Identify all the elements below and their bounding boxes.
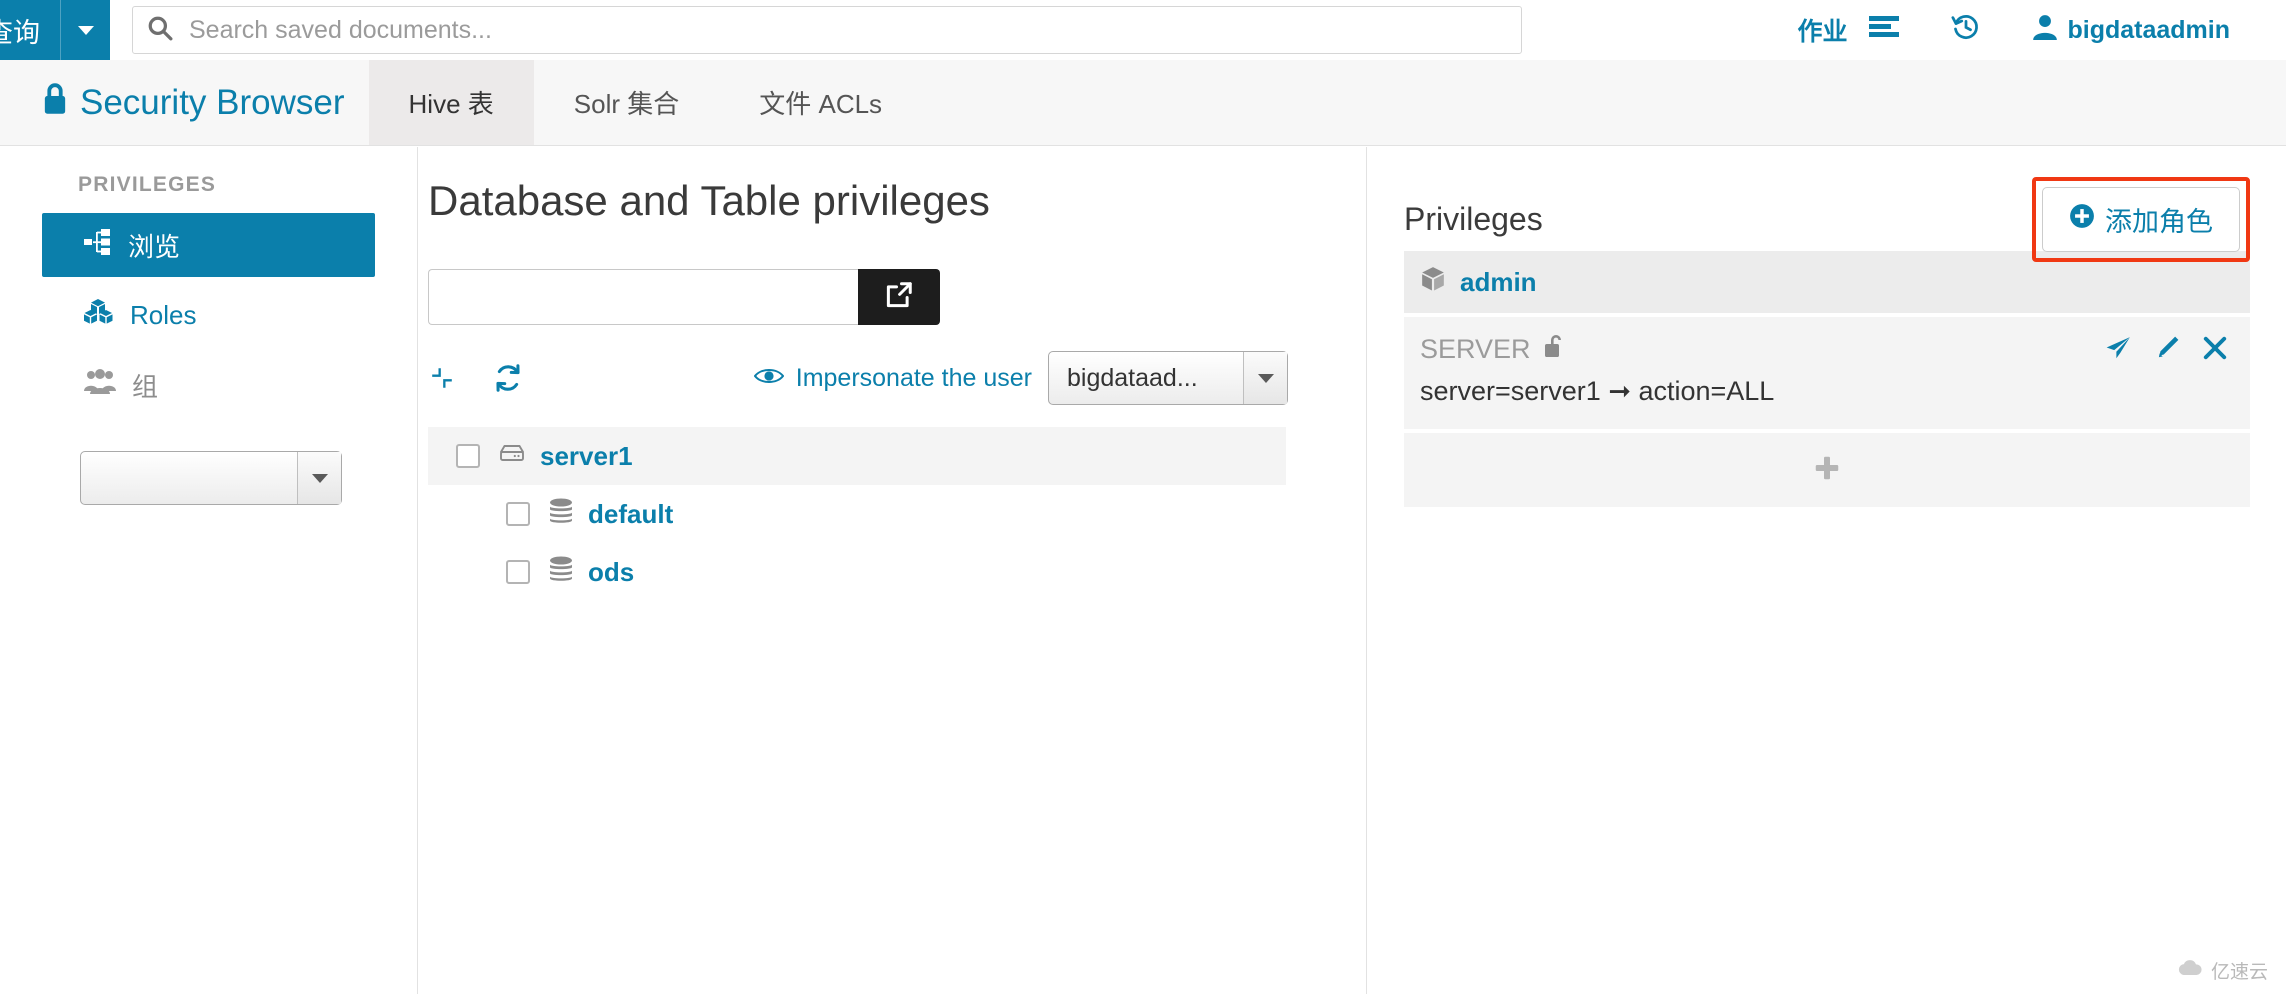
tree-checkbox[interactable] — [456, 444, 480, 468]
privilege-scope-label: SERVER — [1420, 334, 1531, 364]
users-icon — [84, 368, 116, 402]
refresh-icon[interactable] — [494, 364, 522, 392]
caret-down-icon[interactable] — [1243, 352, 1287, 404]
page-title: Database and Table privileges — [428, 177, 990, 224]
list-icon — [1869, 14, 1900, 47]
top-header-bar: 查询 作业 — [0, 0, 2286, 60]
brand-title-block[interactable]: Security Browser — [0, 60, 369, 145]
privileges-panel: Privileges 添加角色 admin SERVER server=serv… — [1368, 147, 2286, 994]
security-browser-navbar: Security Browser Hive 表 Solr 集合 文件 ACLs — [0, 60, 2286, 146]
plus-circle-icon — [2069, 203, 2095, 236]
tree-row-label: default — [588, 498, 674, 529]
main-content: Database and Table privileges Impersonat… — [419, 147, 1367, 994]
caret-down-icon[interactable] — [297, 452, 341, 504]
header-right-actions: 作业 bigdataadmin — [1797, 0, 2230, 60]
server-icon — [498, 441, 526, 472]
tab-file-acls[interactable]: 文件 ACLs — [719, 60, 922, 145]
role-name: admin — [1460, 266, 1537, 297]
add-role-highlight-box: 添加角色 — [2032, 176, 2250, 262]
jobs-label: 作业 — [1797, 18, 1848, 46]
group-select[interactable] — [80, 451, 342, 505]
cloud-icon — [2177, 959, 2203, 982]
tree-checkbox[interactable] — [506, 502, 530, 526]
history-icon — [1951, 12, 1981, 49]
tab-hive-tables[interactable]: Hive 表 — [368, 60, 534, 145]
tree-row-ods[interactable]: ods — [428, 543, 1286, 601]
user-menu-button[interactable]: bigdataadmin — [2033, 14, 2230, 47]
app-menu-button[interactable]: 查询 — [0, 0, 110, 60]
pencil-icon[interactable] — [2154, 335, 2180, 361]
database-icon — [548, 498, 574, 531]
open-external-button[interactable] — [858, 269, 940, 325]
privileges-title: Privileges — [1404, 200, 1543, 237]
tree-row-server1[interactable]: server1 — [428, 427, 1286, 485]
impersonate-user-value: bigdataad... — [1067, 363, 1198, 392]
sidebar-section-label: PRIVILEGES — [78, 173, 217, 196]
cubes-icon — [84, 298, 114, 332]
sidebar-item-label: 组 — [132, 371, 159, 402]
eye-icon — [753, 365, 785, 392]
sidebar-item-label: Roles — [130, 299, 197, 330]
add-role-label: 添加角色 — [2105, 206, 2213, 237]
impersonate-control: Impersonate the user bigdataad... — [753, 351, 1288, 405]
search-icon — [147, 15, 187, 46]
watermark: 亿速云 — [2177, 957, 2268, 984]
search-input[interactable] — [187, 14, 1507, 46]
privilege-actions — [2104, 335, 2228, 361]
privilege-card: SERVER server=server1 ➞ action=ALL — [1404, 317, 2250, 429]
lock-icon — [42, 82, 68, 124]
external-link-icon — [884, 280, 914, 315]
brand-title: Security Browser — [80, 82, 345, 122]
sidebar-item-label: 浏览 — [128, 231, 181, 262]
user-name: bigdataadmin — [2067, 15, 2230, 44]
privileges-panel-header: Privileges 添加角色 — [1368, 147, 2286, 262]
cube-icon — [1420, 266, 1446, 299]
tree-row-label: ods — [588, 556, 635, 587]
object-tree: server1 default ods — [428, 427, 1286, 601]
sitemap-icon — [84, 228, 112, 262]
watermark-text: 亿速云 — [2210, 962, 2268, 983]
app-menu-label: 查询 — [0, 17, 40, 48]
tab-label: Hive 表 — [408, 89, 494, 119]
sidebar-item-roles[interactable]: Roles — [42, 283, 375, 347]
sidebar-item-browse[interactable]: 浏览 — [42, 213, 375, 277]
tree-checkbox[interactable] — [506, 560, 530, 584]
group-filter-wrap — [80, 451, 417, 505]
tree-row-label: server1 — [540, 440, 633, 471]
compress-icon[interactable] — [428, 364, 456, 392]
sidebar-item-groups[interactable]: 组 — [42, 353, 375, 417]
caret-down-icon[interactable] — [60, 0, 110, 60]
global-search-box[interactable] — [132, 6, 1522, 54]
unlock-icon — [1543, 333, 1565, 366]
tab-label: Solr 集合 — [573, 89, 680, 119]
times-icon[interactable] — [2202, 335, 2228, 361]
privilege-rule: server=server1 ➞ action=ALL — [1420, 376, 1775, 406]
tree-row-default[interactable]: default — [428, 485, 1286, 543]
tab-label: 文件 ACLs — [759, 89, 883, 119]
impersonate-label: Impersonate the user — [795, 363, 1032, 392]
impersonate-user-select[interactable]: bigdataad... — [1048, 351, 1288, 405]
add-privilege-button[interactable] — [1404, 433, 2250, 507]
add-role-button[interactable]: 添加角色 — [2042, 186, 2240, 252]
object-filter-input[interactable] — [428, 269, 858, 325]
jobs-button[interactable]: 作业 — [1797, 12, 1900, 48]
history-button[interactable] — [1951, 12, 1981, 49]
paper-plane-icon[interactable] — [2104, 335, 2132, 361]
plus-icon — [1812, 453, 1842, 488]
user-icon — [2033, 14, 2058, 47]
object-filter-row — [428, 269, 1366, 325]
database-icon — [548, 556, 574, 589]
privileges-sidebar: PRIVILEGES 浏览 Roles 组 — [0, 147, 418, 994]
tab-solr-collections[interactable]: Solr 集合 — [534, 60, 719, 145]
tree-toolbar: Impersonate the user bigdataad... — [428, 351, 1288, 405]
